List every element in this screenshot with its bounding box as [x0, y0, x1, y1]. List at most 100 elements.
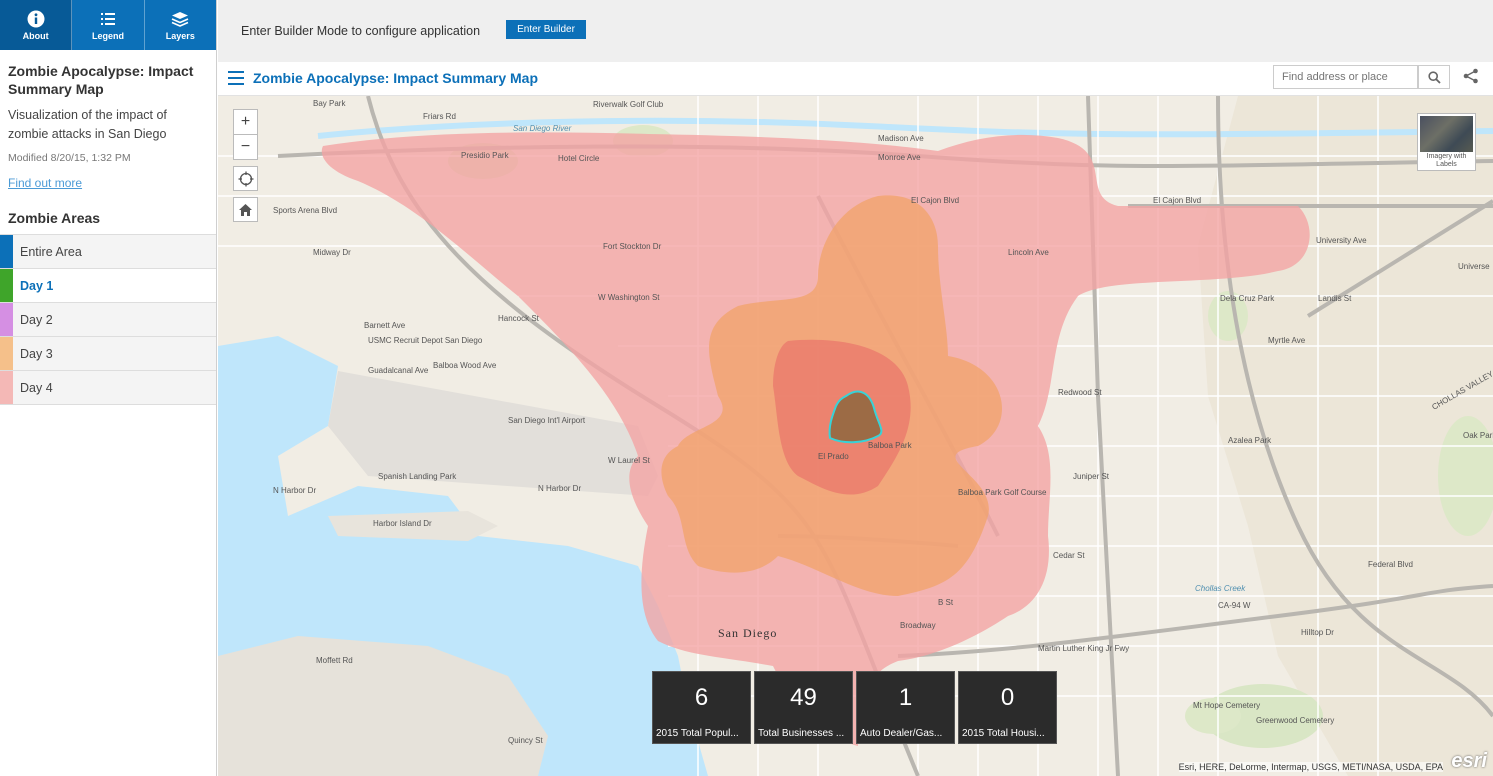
map-label: Balboa Wood Ave	[433, 361, 497, 370]
builder-message: Enter Builder Mode to configure applicat…	[241, 24, 481, 38]
map-label: W Washington St	[598, 293, 660, 302]
map-label: Fort Stockton Dr	[603, 242, 662, 251]
zoom-in-button[interactable]: +	[234, 110, 257, 135]
find-out-more-link[interactable]: Find out more	[8, 176, 208, 190]
area-item-entire-area[interactable]: Entire Area	[0, 235, 216, 269]
stat-label: Auto Dealer/Gas...	[860, 728, 943, 739]
search-icon	[1427, 70, 1441, 84]
map-label: B St	[938, 598, 954, 607]
map-label: El Cajon Blvd	[1153, 196, 1202, 205]
stat-label: 2015 Total Popul...	[656, 728, 739, 739]
map-label: Riverwalk Golf Club	[593, 100, 664, 109]
area-color-swatch	[0, 371, 13, 404]
map-label: Harbor Island Dr	[373, 519, 432, 528]
map-label: Midway Dr	[313, 248, 351, 257]
locate-button[interactable]	[233, 166, 258, 191]
map-header: Zombie Apocalypse: Impact Summary Map	[218, 62, 1493, 96]
stat-card[interactable]: 49 Total Businesses ...	[754, 671, 853, 744]
map-view[interactable]: Bay Park Riverwalk Golf Club San Diego R…	[218, 96, 1493, 776]
area-item-label: Day 1	[20, 278, 54, 293]
basemap-toggle-label: Imagery with Labels	[1426, 153, 1467, 168]
zombie-areas-heading: Zombie Areas	[8, 210, 101, 226]
map-label: Hotel Circle	[558, 154, 600, 163]
map-label: San Diego Int'l Airport	[508, 416, 586, 425]
map-label: Azalea Park	[1228, 436, 1272, 445]
tab-layers[interactable]: Layers	[145, 0, 216, 50]
search-input[interactable]	[1273, 65, 1418, 89]
map-label: Lincoln Ave	[1008, 248, 1049, 257]
stat-value: 0	[1000, 684, 1015, 711]
map-label: CA-94 W	[1218, 601, 1251, 610]
map-label: Universe	[1458, 262, 1490, 271]
info-icon	[27, 10, 45, 28]
area-item-label: Entire Area	[20, 244, 82, 259]
about-panel: Zombie Apocalypse: Impact Summary Map Vi…	[0, 50, 216, 190]
area-item-day-4[interactable]: Day 4	[0, 371, 216, 405]
map-label: Martin Luther King Jr Fwy	[1038, 644, 1130, 653]
tab-legend-label: Legend	[91, 30, 124, 41]
map-label: Moffett Rd	[316, 656, 353, 665]
map-label: W Laurel St	[608, 456, 650, 465]
map-label: USMC Recruit Depot San Diego	[368, 336, 482, 345]
area-color-swatch	[0, 269, 13, 302]
area-color-swatch	[0, 303, 13, 336]
search-button[interactable]	[1418, 65, 1450, 89]
stats-panel: 6 2015 Total Popul... 49 Total Businesse…	[652, 671, 1060, 744]
basemap-toggle[interactable]: Imagery with Labels	[1417, 113, 1476, 171]
map-label: Federal Blvd	[1368, 560, 1413, 569]
zombie-area-list: Entire Area Day 1 Day 2 Day 3 Day 4	[0, 234, 216, 405]
locate-icon	[238, 171, 253, 186]
map-label: Cedar St	[1053, 551, 1085, 560]
map-label: El Prado	[818, 452, 849, 461]
map-label: Myrtle Ave	[1268, 336, 1306, 345]
tab-about[interactable]: About	[0, 0, 73, 50]
stat-label: 2015 Total Housi...	[962, 728, 1045, 739]
share-icon[interactable]	[1463, 68, 1481, 86]
map-label: Quincy St	[508, 736, 543, 745]
stat-card[interactable]: 1 Auto Dealer/Gas...	[856, 671, 955, 744]
app-description: Visualization of the impact of zombie at…	[8, 108, 167, 141]
map-label: Spanish Landing Park	[378, 472, 457, 481]
map-label: Balboa Park	[868, 441, 912, 450]
zoom-out-button[interactable]: −	[234, 135, 257, 159]
basemap-thumbnail	[1420, 116, 1473, 152]
layers-icon	[171, 10, 189, 28]
sidebar-tabbar: About Legend Layers	[0, 0, 216, 50]
map-label: Guadalcanal Ave	[368, 366, 429, 375]
map-label: Presidio Park	[461, 151, 509, 160]
area-item-day-2[interactable]: Day 2	[0, 303, 216, 337]
area-item-day-1[interactable]: Day 1	[0, 269, 216, 303]
map-label: El Cajon Blvd	[911, 196, 960, 205]
map-label: Sports Arena Blvd	[273, 206, 338, 215]
stat-value: 6	[694, 684, 709, 711]
stat-label: Total Businesses ...	[758, 728, 845, 739]
map-label: Hancock St	[498, 314, 539, 323]
tab-legend[interactable]: Legend	[72, 0, 145, 50]
map-label: Broadway	[900, 621, 936, 630]
stat-value: 1	[898, 684, 913, 711]
tab-about-label: About	[22, 30, 49, 41]
zoom-control: + −	[233, 109, 258, 160]
map-label-city: San Diego	[718, 626, 778, 640]
stat-card[interactable]: 0 2015 Total Housi...	[958, 671, 1057, 744]
map-label: Greenwood Cemetery	[1256, 716, 1335, 725]
legend-icon	[100, 10, 115, 28]
tab-layers-label: Layers	[165, 30, 195, 41]
map-label: Oak Park	[1463, 431, 1493, 440]
app-title: Zombie Apocalypse: Impact Summary Map	[8, 63, 194, 97]
enter-builder-button[interactable]: Enter Builder	[506, 20, 586, 39]
builder-bar: Enter Builder Mode to configure applicat…	[218, 0, 1493, 63]
map-label: Monroe Ave	[878, 153, 921, 162]
map-label: Juniper St	[1073, 472, 1110, 481]
area-item-label: Day 3	[20, 346, 53, 361]
map-label: Hilltop Dr	[1301, 628, 1334, 637]
esri-logo: esri	[1451, 750, 1487, 772]
map-label: University Ave	[1316, 236, 1367, 245]
map-label: Mt Hope Cemetery	[1193, 701, 1261, 710]
menu-icon[interactable]	[228, 71, 244, 85]
stat-card[interactable]: 6 2015 Total Popul...	[652, 671, 751, 744]
modified-date: Modified 8/20/15, 1:32 PM	[8, 152, 131, 164]
area-color-swatch	[0, 235, 13, 268]
area-item-day-3[interactable]: Day 3	[0, 337, 216, 371]
home-button[interactable]	[233, 197, 258, 222]
